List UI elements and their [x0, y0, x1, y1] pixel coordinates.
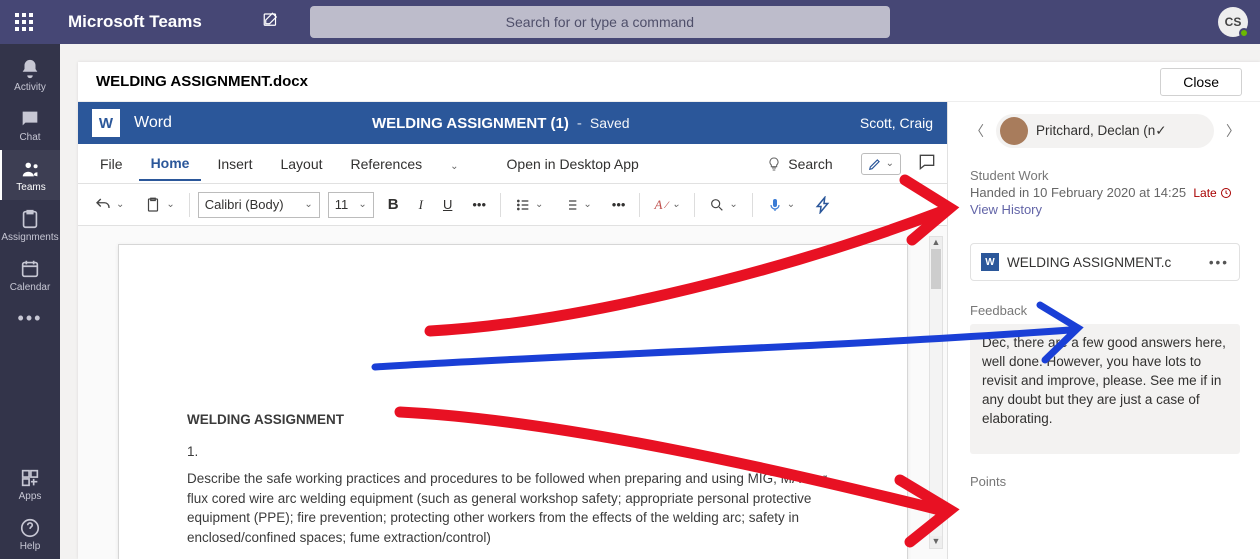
word-user: Scott, Craig [860, 115, 933, 131]
app-launcher-icon[interactable] [0, 0, 48, 44]
attachment-more-icon[interactable]: ••• [1209, 255, 1229, 270]
bullets-button[interactable]: ⌄ [509, 193, 549, 217]
student-name: Pritchard, Declan (n✓ [1036, 123, 1167, 139]
profile-avatar[interactable]: CS [1218, 7, 1248, 37]
more-font-button[interactable]: ••• [466, 193, 492, 216]
vertical-scrollbar[interactable]: ▲ ▼ [929, 236, 943, 549]
scroll-thumb[interactable] [931, 249, 941, 289]
rail-calendar[interactable]: Calendar [0, 250, 60, 300]
doc-heading: WELDING ASSIGNMENT [187, 410, 839, 430]
late-badge: Late [1193, 186, 1231, 200]
tab-more[interactable]: ⌄ [438, 148, 470, 180]
bulb-icon [766, 156, 782, 172]
student-chip[interactable]: Pritchard, Declan (n✓ [996, 114, 1214, 148]
left-rail: Activity Chat Teams Assignments Calendar… [0, 44, 60, 559]
italic-button[interactable]: I [413, 193, 429, 217]
feedback-label: Feedback [970, 303, 1240, 318]
rail-assignments[interactable]: Assignments [0, 200, 60, 250]
student-avatar [1000, 117, 1028, 145]
ribbon-toolbar: ⌄ ⌄ Calibri (Body)⌄ 11⌄ B I U ••• ⌄ ⌄ ••… [78, 184, 947, 226]
editing-mode[interactable]: ⌄ [861, 153, 901, 175]
underline-button[interactable]: U [437, 193, 458, 216]
view-history-link[interactable]: View History [970, 202, 1240, 217]
word-doc-name[interactable]: WELDING ASSIGNMENT (1) [372, 115, 569, 132]
handed-in-text: Handed in 10 February 2020 at 14:25 [970, 185, 1186, 200]
attachment-name: WELDING ASSIGNMENT.c [1007, 255, 1171, 270]
rail-chat[interactable]: Chat [0, 100, 60, 150]
document-canvas[interactable]: WELDING ASSIGNMENT 1. Describe the safe … [78, 226, 947, 559]
close-button[interactable]: Close [1160, 68, 1242, 96]
tab-references[interactable]: References [339, 148, 435, 180]
question-number: 1. [187, 442, 839, 462]
student-work-label: Student Work [970, 168, 1240, 183]
tab-header: WELDING ASSIGNMENT.docx Close [78, 62, 1260, 102]
presence-dot [1239, 28, 1249, 38]
search-placeholder: Search for or type a command [506, 14, 694, 30]
font-size-select[interactable]: 11⌄ [328, 192, 374, 218]
clipboard-button[interactable]: ⌄ [138, 192, 180, 218]
ellipsis-icon: ••• [18, 308, 43, 329]
document-page[interactable]: WELDING ASSIGNMENT 1. Describe the safe … [118, 244, 908, 559]
feedback-textarea[interactable]: Dec, there are a few good answers here, … [970, 324, 1240, 454]
tab-layout[interactable]: Layout [268, 148, 334, 180]
font-select[interactable]: Calibri (Body)⌄ [198, 192, 320, 218]
search-input[interactable]: Search for or type a command [310, 6, 890, 38]
find-button[interactable]: ⌄ [703, 193, 743, 217]
dictate-button[interactable]: ⌄ [761, 193, 801, 217]
compose-icon[interactable] [262, 11, 280, 34]
pen-icon [868, 157, 882, 171]
feedback-panel: 〈 Pritchard, Declan (n✓ 〉 Student Work H… [948, 102, 1260, 559]
attachment-item[interactable]: W WELDING ASSIGNMENT.c ••• [970, 243, 1240, 281]
word-titlebar: W Word WELDING ASSIGNMENT (1) - Saved Sc… [78, 102, 947, 144]
designer-button[interactable] [809, 192, 839, 218]
clock-icon [1220, 187, 1232, 199]
next-student-icon[interactable]: 〉 [1226, 121, 1240, 141]
word-save-status: Saved [590, 115, 630, 131]
tab-home[interactable]: Home [139, 147, 202, 181]
rail-teams[interactable]: Teams [0, 150, 60, 200]
rail-apps[interactable]: Apps [0, 459, 60, 509]
word-app-icon: W [92, 109, 120, 137]
word-editor: W Word WELDING ASSIGNMENT (1) - Saved Sc… [78, 102, 948, 559]
numbering-button[interactable]: ⌄ [557, 193, 597, 217]
question-text: Describe the safe working practices and … [187, 469, 839, 547]
rail-more[interactable]: ••• [0, 300, 60, 336]
undo-button[interactable]: ⌄ [88, 192, 130, 218]
more-para-button[interactable]: ••• [606, 193, 632, 216]
word-app-name: Word [134, 114, 172, 132]
app-title: Microsoft Teams [68, 12, 202, 32]
tab-insert[interactable]: Insert [205, 148, 264, 180]
tab-file[interactable]: File [88, 148, 135, 180]
ribbon-tabs: File Home Insert Layout References ⌄ Ope… [78, 144, 947, 184]
rail-activity[interactable]: Activity [0, 50, 60, 100]
bold-button[interactable]: B [382, 192, 405, 217]
points-label: Points [970, 474, 1240, 489]
rail-help[interactable]: Help [0, 509, 60, 559]
prev-student-icon[interactable]: 〈 [970, 121, 984, 141]
document-title: WELDING ASSIGNMENT.docx [96, 73, 308, 90]
teams-topbar: Microsoft Teams Search for or type a com… [0, 0, 1260, 44]
tell-me[interactable]: Search [754, 148, 844, 180]
scroll-down-icon[interactable]: ▼ [930, 536, 942, 548]
scroll-up-icon[interactable]: ▲ [930, 237, 942, 249]
word-file-icon: W [981, 253, 999, 271]
comments-icon[interactable] [917, 152, 937, 175]
content-area: WELDING ASSIGNMENT.docx Close W Word WEL… [60, 44, 1260, 559]
open-in-desktop[interactable]: Open in Desktop App [495, 148, 651, 180]
styles-button[interactable]: A⁄⌄ [648, 193, 686, 217]
